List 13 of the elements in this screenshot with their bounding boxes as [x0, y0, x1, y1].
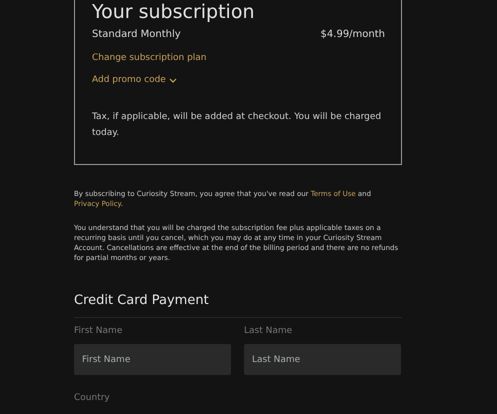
- change-plan-link[interactable]: Change subscription plan: [92, 53, 207, 63]
- subscription-title: Your subscription: [92, 0, 256, 23]
- input-field[interactable]: First Name: [74, 344, 231, 375]
- section-title: Credit Card Payment: [74, 293, 402, 318]
- promo-code-link[interactable]: Add promo code: [92, 75, 177, 85]
- chevron-down-icon: [168, 78, 177, 82]
- field-label: Country: [74, 393, 111, 403]
- field-label: Last Name: [244, 326, 294, 336]
- tax-note: Tax, if applicable, will be added at checkout. You will be charged today.: [92, 111, 382, 140]
- plan-price: $4.99/month: [320, 29, 385, 40]
- field-label: First Name: [74, 326, 124, 336]
- input-field[interactable]: Last Name: [244, 344, 401, 375]
- plan-name: Standard Monthly: [92, 29, 181, 40]
